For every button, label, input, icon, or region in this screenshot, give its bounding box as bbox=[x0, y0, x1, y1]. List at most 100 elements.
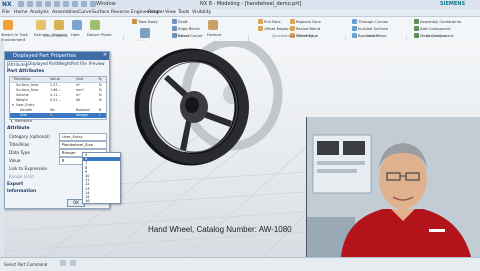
n-sided-surface-label: N-sided Surface bbox=[358, 26, 389, 31]
window-title: NX 8 - Modeling - [handwheel_demo.prt] bbox=[200, 1, 302, 7]
tube-body-button[interactable]: Tube Body bbox=[132, 19, 158, 24]
cut-icon[interactable] bbox=[45, 1, 51, 7]
menu-curve[interactable]: Curve bbox=[78, 10, 92, 15]
group-synchronous-modeling: Synchronous Modeling bbox=[272, 34, 313, 38]
window-menu[interactable]: Window bbox=[96, 1, 116, 7]
menu-tools[interactable]: Tools bbox=[178, 10, 189, 15]
menu-bar: File Home Analysis Assemblies Curve Surf… bbox=[0, 9, 480, 17]
save-icon[interactable] bbox=[18, 1, 24, 7]
section-part-attributes[interactable]: Part Attributes bbox=[7, 69, 107, 75]
repeat-icon[interactable] bbox=[72, 1, 78, 7]
assembly-constraints-button[interactable]: Assembly Constraints bbox=[414, 19, 461, 24]
menu-surface[interactable]: Surface bbox=[92, 10, 110, 15]
col-unit: Unit bbox=[76, 77, 84, 81]
presenter-image bbox=[307, 117, 480, 257]
tab-preview[interactable]: Preview bbox=[89, 61, 105, 67]
category-label: Category (optional) bbox=[9, 134, 50, 139]
row-title: Surface_Area bbox=[16, 83, 39, 87]
dropdown-option[interactable]: 16 bbox=[83, 199, 120, 203]
selection-icon[interactable] bbox=[70, 260, 76, 266]
close-icon[interactable]: × bbox=[102, 52, 108, 59]
expand-icon[interactable]: ▾ bbox=[12, 103, 14, 107]
row-value: 2.57... bbox=[50, 83, 61, 87]
feature-button[interactable]: Feature bbox=[207, 32, 221, 37]
row-title: User_Entry bbox=[16, 103, 35, 107]
tube-body-label: Tube Body bbox=[138, 19, 158, 24]
chevron-down-icon[interactable]: ▾ bbox=[62, 142, 105, 146]
group-direct-sketch: Direct Sketch bbox=[44, 34, 69, 38]
col-value: Value bbox=[50, 77, 60, 81]
data-type-label: Data Type bbox=[9, 150, 30, 155]
datum-plane-icon[interactable] bbox=[90, 20, 100, 30]
filter-icon[interactable] bbox=[60, 260, 66, 266]
table-row-selected[interactable]: Size 6 Integer I bbox=[10, 113, 106, 118]
category-input[interactable]: User_Entry bbox=[59, 133, 107, 141]
row-title: Handle bbox=[20, 108, 32, 112]
col-title: Title/Alias bbox=[13, 77, 31, 81]
row-type: N bbox=[99, 88, 102, 92]
tab-part-file[interactable]: Part File bbox=[71, 61, 87, 67]
menu-view[interactable]: View bbox=[165, 10, 176, 15]
through-curves-label: Through Curves bbox=[358, 19, 389, 24]
tab-weight[interactable]: Weight bbox=[57, 61, 71, 67]
revolve-icon[interactable] bbox=[54, 20, 64, 30]
edge-blend-button[interactable]: Edge Blend bbox=[172, 26, 200, 31]
tab-displayed-part[interactable]: Displayed Part bbox=[28, 61, 57, 67]
presenter-video bbox=[306, 117, 480, 257]
assembly-constraints-label: Assembly Constraints bbox=[420, 19, 462, 24]
status-text: Select Part Command bbox=[4, 262, 48, 267]
edge-blend-label: Edge Blend bbox=[178, 26, 200, 31]
menu-visibility[interactable]: Visibility bbox=[192, 10, 211, 15]
group-surface: Surface bbox=[366, 34, 380, 38]
resize-blend-button[interactable]: Resize Blend bbox=[290, 26, 320, 31]
sketch-icon[interactable] bbox=[3, 20, 13, 30]
replace-face-button[interactable]: Replace Face bbox=[290, 19, 321, 24]
paste-icon[interactable] bbox=[63, 1, 69, 7]
add-component-button[interactable]: Add Component bbox=[414, 26, 451, 31]
offset-region-button[interactable]: Offset Region bbox=[258, 26, 290, 31]
feature-icon[interactable] bbox=[208, 20, 218, 30]
unite-icon[interactable] bbox=[140, 28, 150, 38]
title-alias-input[interactable]: Handwheel_Size ▾ bbox=[59, 141, 107, 149]
menu-render[interactable]: Render bbox=[148, 10, 164, 15]
category-value: User_Entry bbox=[62, 134, 83, 139]
group-feature: Feature bbox=[176, 34, 190, 38]
redo-icon[interactable] bbox=[36, 1, 42, 7]
menu-file[interactable]: File bbox=[2, 10, 10, 15]
datum-plane-button[interactable]: Datum Plane bbox=[87, 32, 111, 37]
tab-attributes[interactable]: Attributes bbox=[7, 61, 28, 68]
tree-reference-row[interactable]: ▸ Reference bbox=[9, 119, 105, 124]
link-expression-label[interactable]: Link to Expression bbox=[9, 166, 47, 171]
undo-icon[interactable] bbox=[27, 1, 33, 7]
row-value: No bbox=[50, 108, 55, 112]
menu-home[interactable]: Home bbox=[14, 10, 28, 15]
row-type: B bbox=[99, 108, 102, 112]
n-sided-surface-button[interactable]: N-sided Surface bbox=[352, 26, 388, 31]
touch-icon[interactable] bbox=[81, 1, 87, 7]
row-title: Volume bbox=[16, 93, 29, 97]
range-limit-label[interactable]: Range Limit bbox=[9, 174, 34, 179]
value-dropdown-list[interactable]: 4 6 7 8 9 10 11 12 13 14 15 16 bbox=[82, 152, 121, 204]
expand-icon[interactable]: ▸ bbox=[11, 119, 13, 123]
row-type: N bbox=[99, 98, 102, 102]
row-type: I bbox=[99, 113, 100, 117]
option-label: 16 bbox=[85, 199, 90, 204]
menu-analysis[interactable]: Analysis bbox=[30, 10, 49, 15]
app-logo: NX bbox=[2, 1, 12, 8]
draft-button[interactable]: Draft bbox=[172, 19, 188, 24]
hole-button[interactable]: Hole bbox=[71, 32, 80, 37]
menu-assemblies[interactable]: Assemblies bbox=[52, 10, 78, 15]
attribute-tree[interactable]: Title/Alias Value Unit Ty Surface_Area 2… bbox=[9, 76, 107, 120]
extrude-icon[interactable] bbox=[36, 20, 46, 30]
row-unit: mm² bbox=[76, 88, 84, 92]
section-attribute[interactable]: Attribute bbox=[7, 126, 107, 132]
copy-icon[interactable] bbox=[54, 1, 60, 7]
dialog-titlebar[interactable]: Displayed Part Properties × bbox=[5, 52, 109, 60]
row-title: Weight bbox=[16, 98, 28, 102]
through-curves-button[interactable]: Through Curves bbox=[352, 19, 388, 24]
hole-icon[interactable] bbox=[72, 20, 82, 30]
add-component-label: Add Component bbox=[420, 26, 451, 31]
part-caption: Hand Wheel, Catalog Number: AW-1080 bbox=[148, 225, 292, 234]
pull-face-button[interactable]: Pull Face bbox=[258, 19, 281, 24]
row-unit: lbf bbox=[76, 98, 81, 102]
